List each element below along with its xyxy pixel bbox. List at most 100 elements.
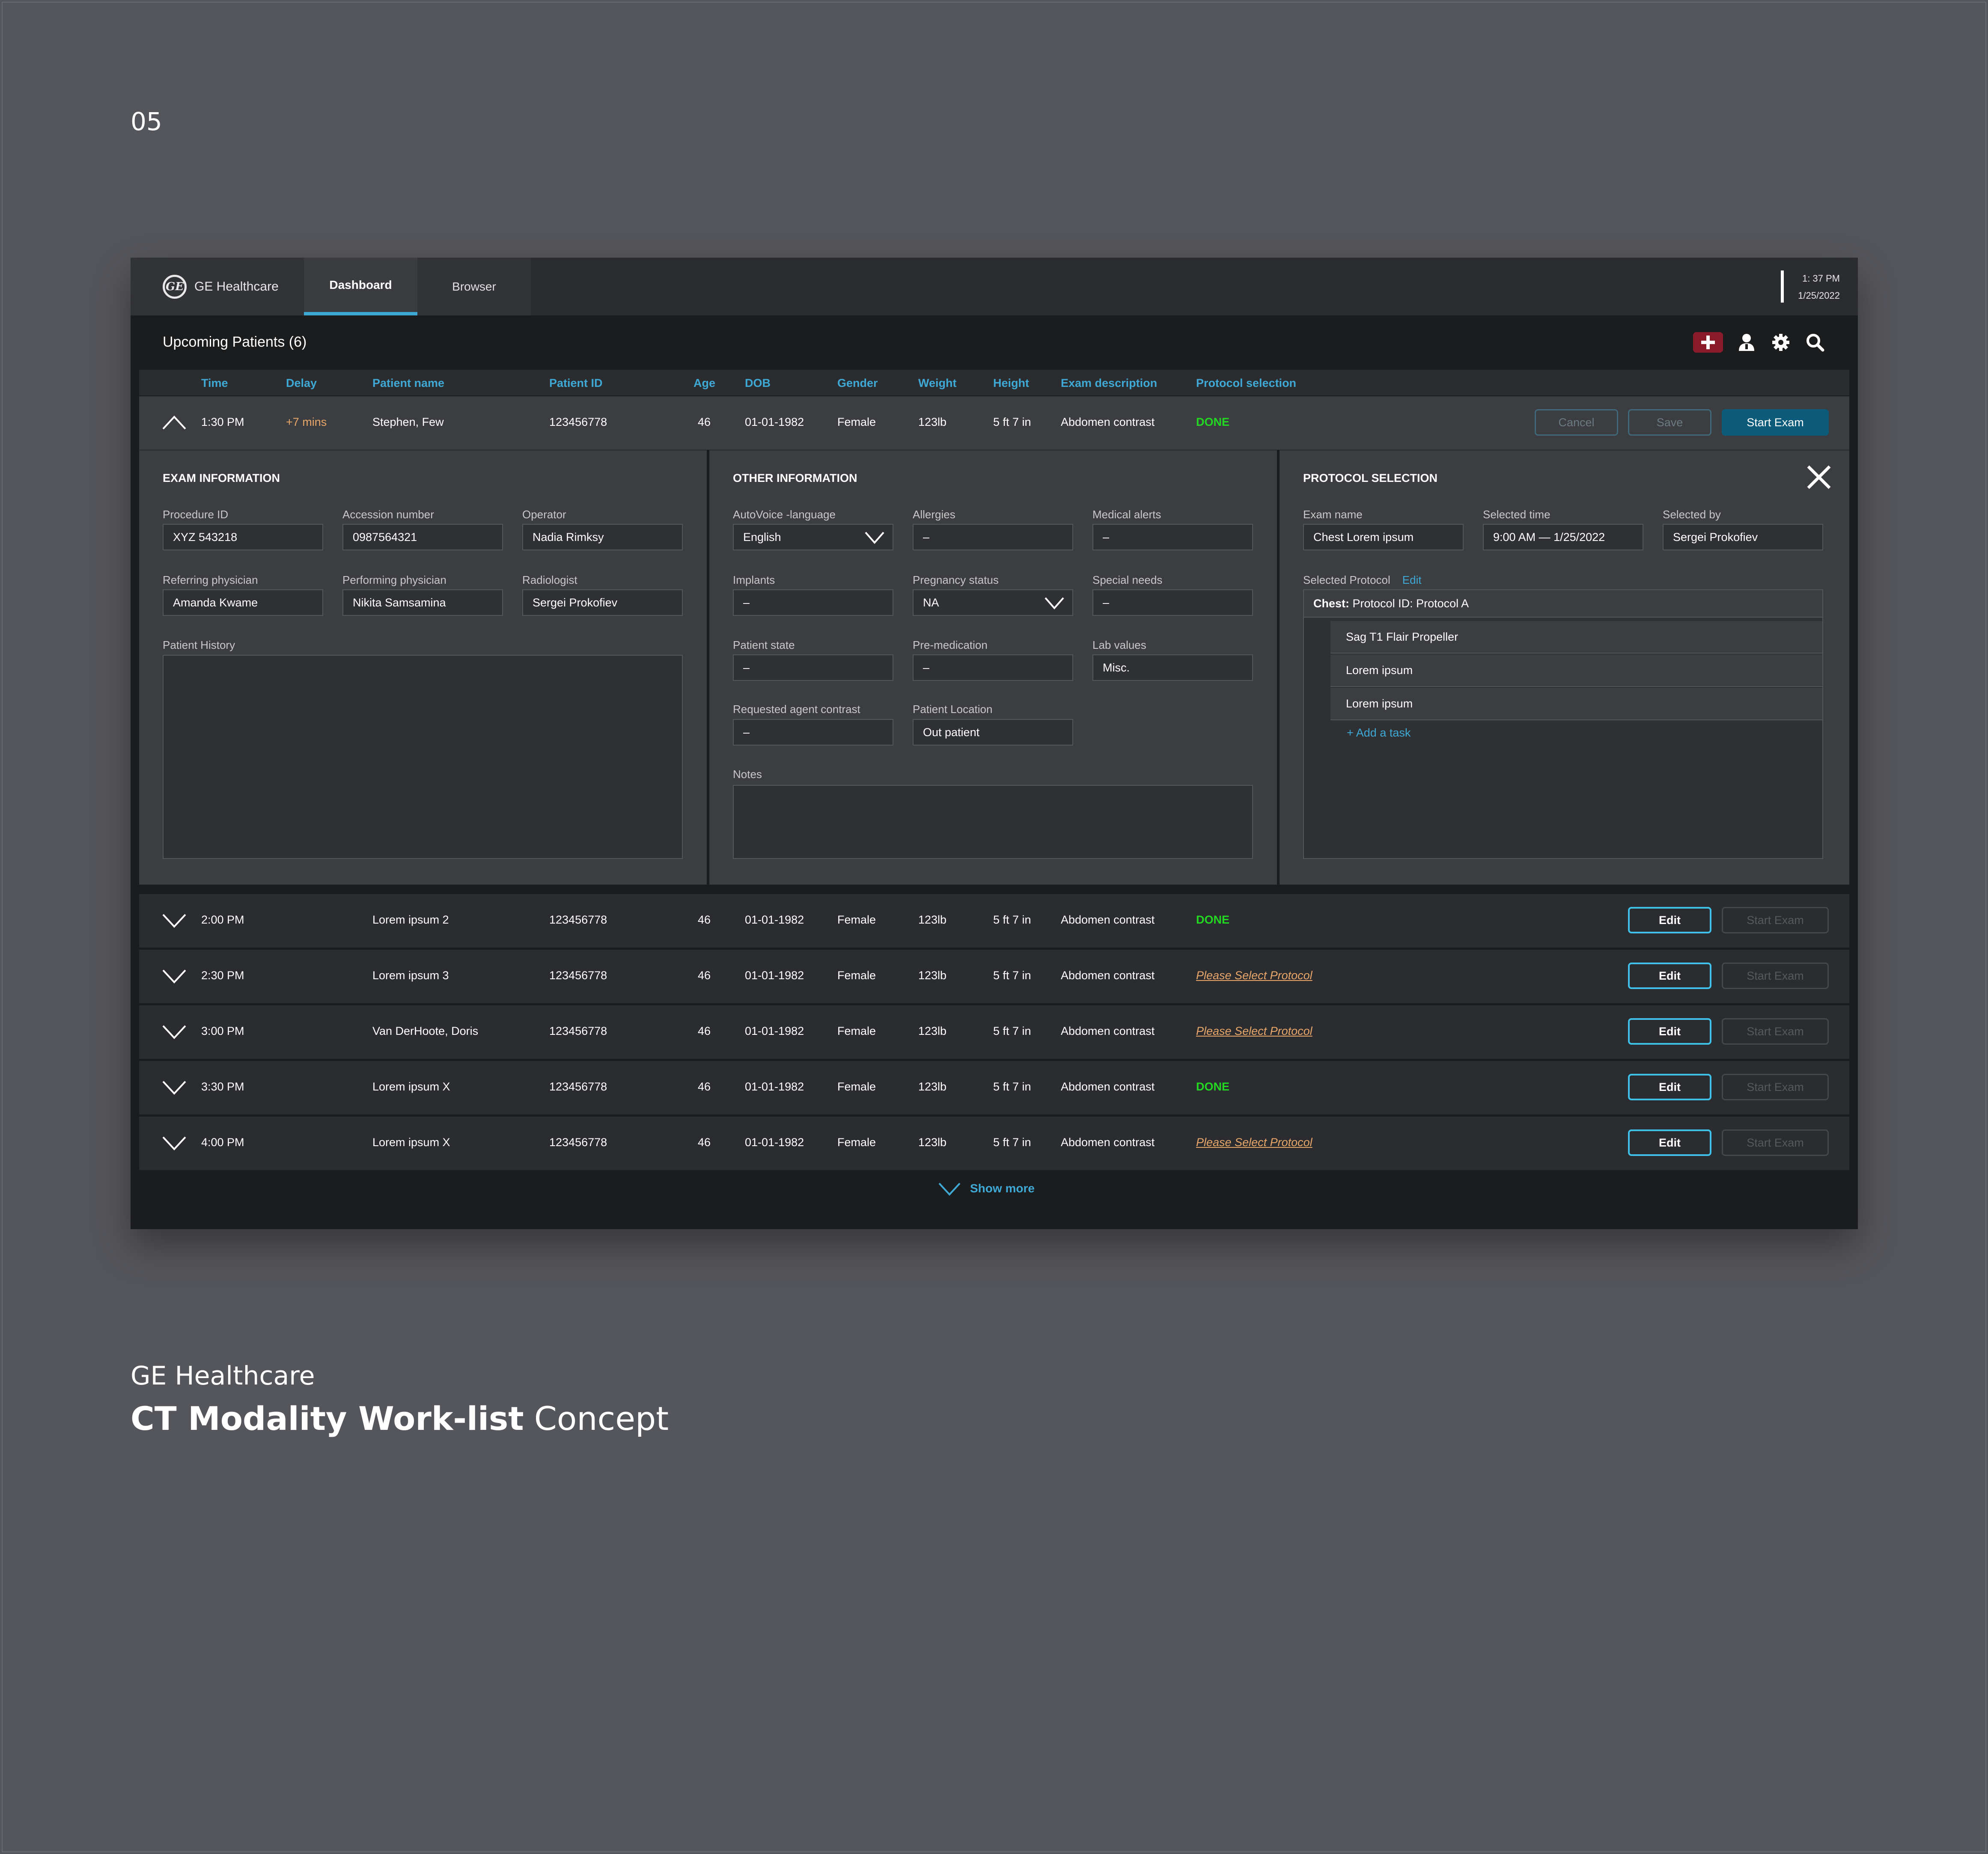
cancel-button[interactable]: Cancel	[1535, 409, 1618, 436]
caption-company: GE Healthcare	[131, 1361, 315, 1391]
ge-logo: GE	[163, 274, 187, 299]
allergies-field[interactable]: –	[913, 524, 1073, 550]
selected-protocol-label: Selected Protocol Edit	[1303, 573, 1422, 587]
field-label: Exam name	[1303, 508, 1363, 521]
table-row[interactable]: 3:00 PM Van DerHoote, Doris 123456778 46…	[139, 1004, 1849, 1059]
table-row-active[interactable]: 1:30 PM +7 mins Stephen, Few 123456778 4…	[139, 395, 1849, 450]
edit-button[interactable]: Edit	[1628, 963, 1711, 989]
chevron-down-icon[interactable]	[161, 1076, 187, 1098]
row-age: 46	[698, 1080, 711, 1093]
chevron-up-icon[interactable]	[161, 412, 187, 433]
col-dob[interactable]: DOB	[745, 377, 771, 390]
protocol-task-item[interactable]: Lorem ipsum	[1330, 688, 1822, 720]
start-exam-button[interactable]: Start Exam	[1722, 1129, 1829, 1156]
radiologist-field[interactable]: Sergei Prokofiev	[522, 589, 683, 616]
show-more-button[interactable]: Show more	[937, 1180, 1035, 1197]
field-label: Selected by	[1663, 508, 1721, 521]
save-button[interactable]: Save	[1628, 409, 1711, 436]
col-delay[interactable]: Delay	[286, 377, 317, 390]
row-height: 5 ft 7 in	[993, 1080, 1031, 1093]
protocol-task-item[interactable]: Lorem ipsum	[1330, 654, 1822, 687]
select-protocol-link[interactable]: Please Select Protocol	[1196, 1025, 1312, 1038]
field-label: Pre-medication	[913, 639, 988, 651]
pregnancy-status-select[interactable]: NA	[913, 589, 1073, 616]
pre-medication-field[interactable]: –	[913, 654, 1073, 681]
edit-button[interactable]: Edit	[1628, 1129, 1711, 1156]
row-gender: Female	[837, 416, 876, 428]
select-value: English	[743, 530, 781, 544]
protocol-selection-panel: PROTOCOL SELECTION Exam name Chest Lorem…	[1280, 450, 1849, 885]
start-exam-button[interactable]: Start Exam	[1722, 963, 1829, 989]
row-gender: Female	[837, 1080, 876, 1093]
gear-icon[interactable]	[1770, 332, 1792, 353]
row-height: 5 ft 7 in	[993, 416, 1031, 428]
requested-agent-contrast-field[interactable]: –	[733, 719, 893, 746]
notes-textarea[interactable]	[733, 785, 1253, 859]
edit-button[interactable]: Edit	[1628, 1074, 1711, 1100]
tab-dashboard[interactable]: Dashboard	[304, 258, 417, 315]
table-row[interactable]: 3:30 PM Lorem ipsum X 123456778 46 01-01…	[139, 1060, 1849, 1114]
row-height: 5 ft 7 in	[993, 913, 1031, 926]
start-exam-button[interactable]: Start Exam	[1722, 409, 1829, 436]
patient-state-field[interactable]: –	[733, 654, 893, 681]
start-exam-button[interactable]: Start Exam	[1722, 907, 1829, 933]
add-patient-icon[interactable]	[1693, 332, 1723, 353]
row-protocol-status: DONE	[1196, 913, 1230, 926]
tab-browser[interactable]: Browser	[417, 258, 531, 315]
chevron-down-icon[interactable]	[161, 1132, 187, 1153]
chevron-down-icon	[1045, 597, 1064, 610]
edit-protocol-link[interactable]: Edit	[1402, 573, 1422, 586]
page-title: Upcoming Patients (6)	[163, 334, 307, 350]
table-row[interactable]: 4:00 PM Lorem ipsum X 123456778 46 01-01…	[139, 1116, 1849, 1170]
col-protocol-selection[interactable]: Protocol selection	[1196, 377, 1296, 390]
patient-history-textarea[interactable]	[163, 655, 683, 859]
performing-physician-field[interactable]: Nikita Samsamina	[342, 589, 503, 616]
close-icon[interactable]	[1805, 463, 1833, 491]
col-patient-name[interactable]: Patient name	[372, 377, 444, 390]
select-protocol-link[interactable]: Please Select Protocol	[1196, 1136, 1312, 1149]
table-row[interactable]: 2:00 PM Lorem ipsum 2 123456778 46 01-01…	[139, 893, 1849, 948]
row-height: 5 ft 7 in	[993, 969, 1031, 982]
start-exam-button[interactable]: Start Exam	[1722, 1018, 1829, 1045]
patient-location-field[interactable]: Out patient	[913, 719, 1073, 746]
toolbar	[1693, 332, 1826, 353]
col-time[interactable]: Time	[201, 377, 228, 390]
col-gender[interactable]: Gender	[837, 377, 878, 390]
accession-number-field[interactable]: 0987564321	[342, 524, 503, 550]
selected-time-field[interactable]: 9:00 AM — 1/25/2022	[1483, 524, 1643, 550]
special-needs-field[interactable]: –	[1092, 589, 1253, 616]
col-age[interactable]: Age	[693, 377, 715, 390]
lab-values-field[interactable]: Misc.	[1092, 654, 1253, 681]
col-weight[interactable]: Weight	[918, 377, 957, 390]
protocol-header: Chest: Protocol ID: Protocol A	[1304, 590, 1822, 618]
start-exam-button[interactable]: Start Exam	[1722, 1074, 1829, 1100]
edit-button[interactable]: Edit	[1628, 907, 1711, 933]
chevron-down-icon[interactable]	[161, 909, 187, 931]
col-exam-description[interactable]: Exam description	[1061, 377, 1157, 390]
referring-physician-field[interactable]: Amanda Kwame	[163, 589, 323, 616]
autovoice-language-select[interactable]: English	[733, 524, 893, 550]
select-protocol-link[interactable]: Please Select Protocol	[1196, 969, 1312, 982]
procedure-id-field[interactable]: XYZ 543218	[163, 524, 323, 550]
protocol-task-item[interactable]: Sag T1 Flair Propeller	[1330, 621, 1822, 654]
user-icon[interactable]	[1736, 332, 1757, 353]
add-task-link[interactable]: + Add a task	[1347, 726, 1411, 740]
selected-by-field[interactable]: Sergei Prokofiev	[1663, 524, 1823, 550]
table-row[interactable]: 2:30 PM Lorem ipsum 3 123456778 46 01-01…	[139, 949, 1849, 1003]
col-patient-id[interactable]: Patient ID	[549, 377, 603, 390]
medical-alerts-field[interactable]: –	[1092, 524, 1253, 550]
field-label: Patient History	[163, 639, 235, 651]
chevron-down-icon[interactable]	[161, 1021, 187, 1042]
chevron-down-icon[interactable]	[161, 965, 187, 986]
operator-field[interactable]: Nadia Rimksy	[522, 524, 683, 550]
search-icon[interactable]	[1804, 332, 1826, 353]
field-label: Selected time	[1483, 508, 1551, 521]
col-height[interactable]: Height	[993, 377, 1029, 390]
exam-name-field[interactable]: Chest Lorem ipsum	[1303, 524, 1464, 550]
implants-field[interactable]: –	[733, 589, 893, 616]
edit-button[interactable]: Edit	[1628, 1018, 1711, 1045]
row-delay: +7 mins	[286, 416, 327, 428]
caption-title: CT Modality Work-list Concept	[131, 1399, 669, 1438]
other-information-panel: OTHER INFORMATION AutoVoice -language En…	[709, 450, 1277, 885]
row-patient-id: 123456778	[549, 969, 607, 982]
